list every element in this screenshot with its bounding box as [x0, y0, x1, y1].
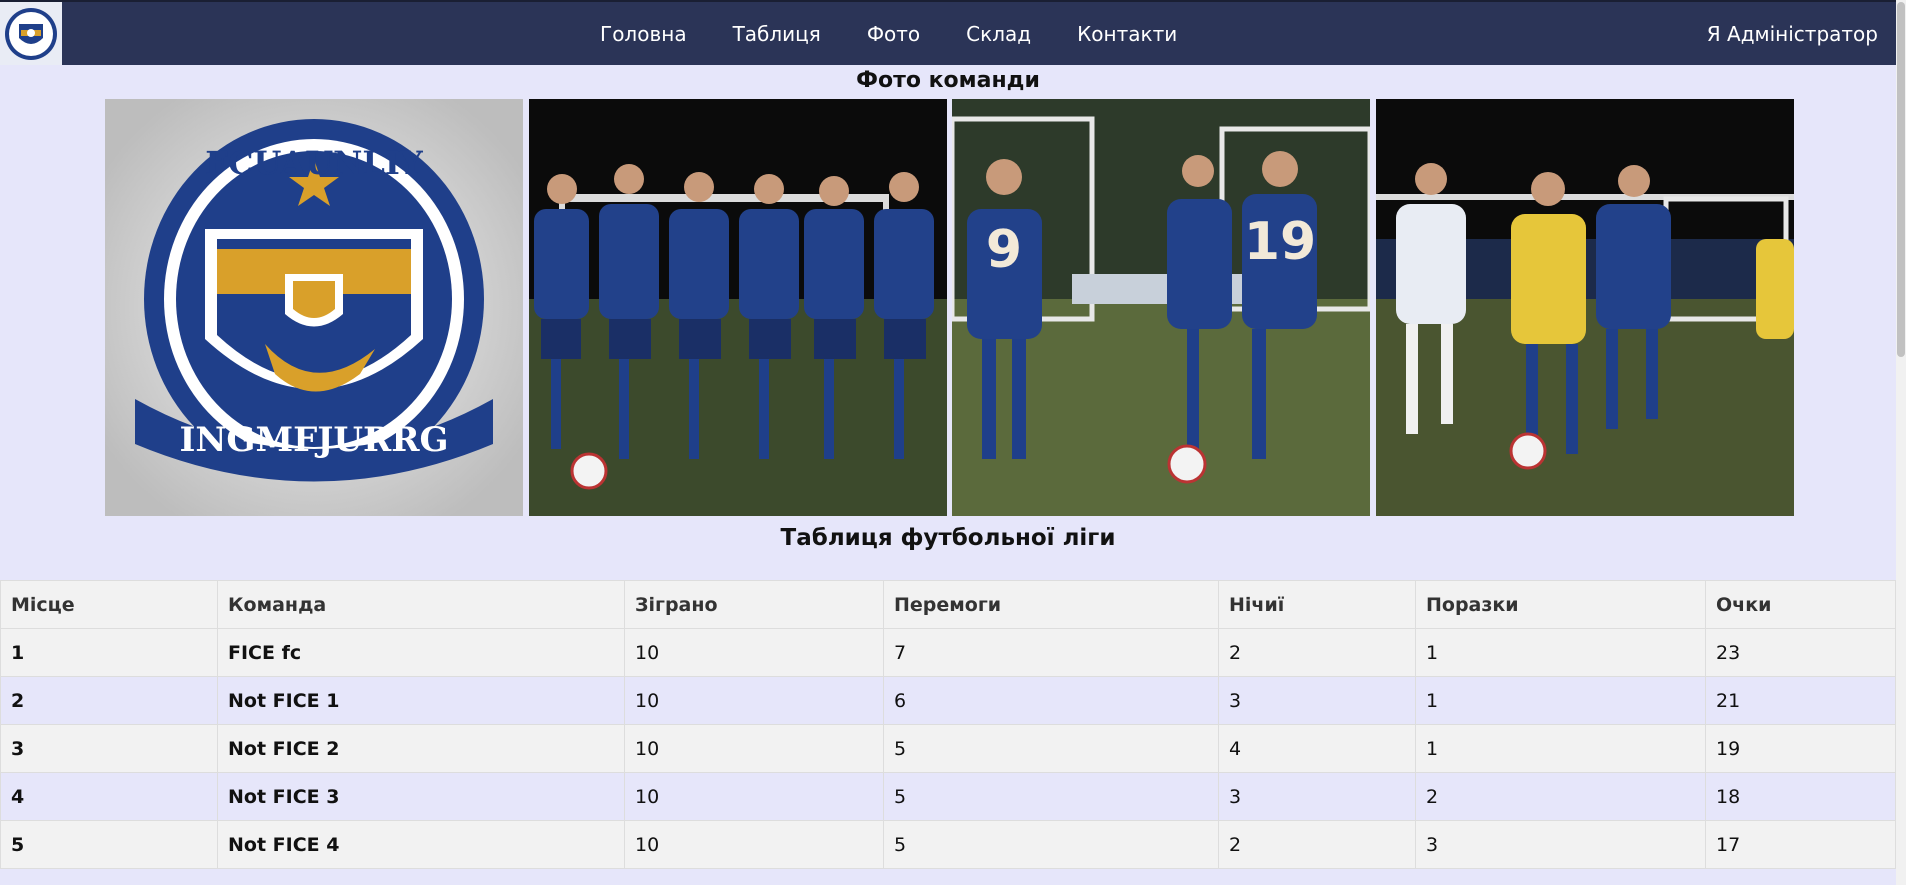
col-header-draws: Нічиї: [1218, 580, 1416, 629]
table-row: 1 FICE fc 10 7 2 1 23: [0, 628, 1896, 677]
cell-draws: 2: [1218, 820, 1416, 869]
table-row: 2 Not FICE 1 10 6 3 1 21: [0, 676, 1896, 725]
cell-losses: 1: [1415, 628, 1706, 677]
club-logo-icon: [5, 7, 57, 60]
nav-link-roster[interactable]: Склад: [966, 22, 1031, 46]
photo-match-action[interactable]: [1376, 99, 1794, 516]
photo-team-lineup[interactable]: [529, 99, 947, 516]
cell-points: 19: [1705, 724, 1896, 773]
col-header-team: Команда: [217, 580, 625, 629]
cell-losses: 3: [1415, 820, 1706, 869]
cell-place: 2: [0, 676, 218, 725]
cell-losses: 1: [1415, 676, 1706, 725]
cell-wins: 5: [883, 772, 1219, 821]
table-row: 4 Not FICE 3 10 5 3 2 18: [0, 772, 1896, 821]
cell-points: 21: [1705, 676, 1896, 725]
col-header-played: Зіграно: [624, 580, 884, 629]
cell-played: 10: [624, 820, 884, 869]
col-header-losses: Поразки: [1415, 580, 1706, 629]
top-navbar: Головна Таблиця Фото Склад Контакти Я Ад…: [0, 0, 1896, 65]
table-row: 3 Not FICE 2 10 5 4 1 19: [0, 724, 1896, 773]
cell-losses: 2: [1415, 772, 1706, 821]
cell-place: 5: [0, 820, 218, 869]
cell-played: 10: [624, 628, 884, 677]
league-table: Місце Команда Зіграно Перемоги Нічиї Пор…: [0, 580, 1896, 869]
page-scrollbar[interactable]: [1896, 0, 1906, 885]
nav-link-contacts[interactable]: Контакти: [1077, 22, 1177, 46]
cell-team: FICE fc: [217, 628, 625, 677]
cell-team: Not FICE 1: [217, 676, 625, 725]
cell-place: 1: [0, 628, 218, 677]
cell-draws: 3: [1218, 676, 1416, 725]
cell-points: 17: [1705, 820, 1896, 869]
cell-draws: 2: [1218, 628, 1416, 677]
cell-draws: 3: [1218, 772, 1416, 821]
nav-link-photos[interactable]: Фото: [867, 22, 920, 46]
cell-losses: 1: [1415, 724, 1706, 773]
club-logo[interactable]: [0, 2, 62, 65]
scrollbar-thumb[interactable]: [1897, 2, 1905, 357]
cell-points: 18: [1705, 772, 1896, 821]
photo-club-crest[interactable]: FCUAUNLIY INGMFJURRG: [105, 99, 523, 516]
cell-place: 4: [0, 772, 218, 821]
cell-played: 10: [624, 772, 884, 821]
jersey-number-right: 19: [1244, 212, 1316, 272]
nav-link-home[interactable]: Головна: [600, 22, 687, 46]
nav-menu: Головна Таблиця Фото Склад Контакти: [600, 2, 1223, 65]
cell-wins: 6: [883, 676, 1219, 725]
photo-players-celebrating[interactable]: 9 19: [952, 99, 1370, 516]
league-table-header: Місце Команда Зіграно Перемоги Нічиї Пор…: [0, 580, 1896, 629]
cell-team: Not FICE 4: [217, 820, 625, 869]
admin-user-link[interactable]: Я Адміністратор: [1707, 2, 1878, 65]
col-header-points: Очки: [1705, 580, 1896, 629]
league-table-heading: Таблиця футбольної ліги: [780, 525, 1116, 551]
cell-team: Not FICE 3: [217, 772, 625, 821]
nav-link-table[interactable]: Таблиця: [733, 22, 821, 46]
cell-draws: 4: [1218, 724, 1416, 773]
cell-wins: 5: [883, 820, 1219, 869]
cell-points: 23: [1705, 628, 1896, 677]
cell-wins: 7: [883, 628, 1219, 677]
crest-bottom-text: INGMFJURRG: [179, 420, 448, 460]
col-header-wins: Перемоги: [883, 580, 1219, 629]
cell-place: 3: [0, 724, 218, 773]
crest-top-text: FCUAUNLIY: [205, 144, 424, 182]
cell-played: 10: [624, 724, 884, 773]
cell-team: Not FICE 2: [217, 724, 625, 773]
photos-heading: Фото команди: [856, 68, 1040, 93]
cell-played: 10: [624, 676, 884, 725]
col-header-place: Місце: [0, 580, 218, 629]
cell-wins: 5: [883, 724, 1219, 773]
jersey-number-left: 9: [986, 220, 1022, 280]
table-row: 5 Not FICE 4 10 5 2 3 17: [0, 820, 1896, 869]
